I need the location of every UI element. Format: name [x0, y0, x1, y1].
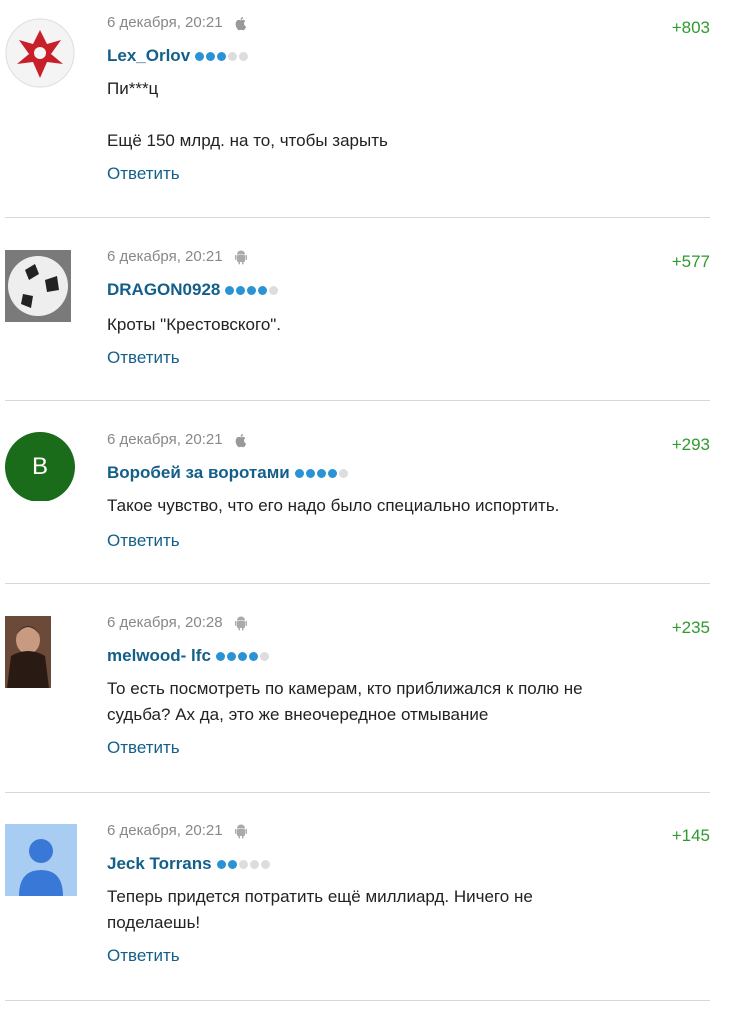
author-name[interactable]: Lex_Orlov: [107, 46, 190, 66]
comment-author[interactable]: melwood- lfc: [107, 646, 269, 666]
comment-date: 6 декабря, 20:21: [107, 822, 223, 839]
author-name[interactable]: Воробей за воротами: [107, 463, 290, 483]
divider: [5, 217, 710, 218]
comment-date: 6 декабря, 20:21: [107, 248, 223, 265]
reply-link[interactable]: Ответить: [107, 348, 180, 368]
comment-line: Пи***ц: [107, 79, 159, 98]
comment-meta: 6 декабря, 20:21: [107, 14, 249, 31]
comment-text: То есть посмотреть по камерам, кто прибл…: [107, 676, 697, 728]
divider: [5, 400, 710, 401]
comment-line: То есть посмотреть по камерам, кто прибл…: [107, 679, 583, 698]
comment-rating: +293: [671, 435, 710, 454]
comment-author[interactable]: Lex_Orlov: [107, 46, 249, 66]
comment-author[interactable]: Воробей за воротами: [107, 463, 348, 483]
comment-date: 6 декабря, 20:21: [107, 431, 223, 448]
comment-text: Теперь придется потратить ещё миллиард. …: [107, 884, 697, 936]
comment-line: [107, 102, 697, 128]
comment-line: Теперь придется потратить ещё миллиард. …: [107, 887, 533, 906]
rank-dots: [215, 651, 269, 661]
apple-icon: [233, 15, 249, 31]
reply-link[interactable]: Ответить: [107, 946, 180, 966]
divider: [5, 583, 710, 584]
author-name[interactable]: melwood- lfc: [107, 646, 211, 666]
comment-text: Кроты "Крестовского".: [107, 312, 697, 338]
comment-meta: 6 декабря, 20:21: [107, 248, 249, 265]
avatar[interactable]: [5, 616, 51, 688]
author-name[interactable]: DRAGON0928: [107, 280, 220, 300]
comment-rating: +577: [671, 252, 710, 271]
comment-author[interactable]: DRAGON0928: [107, 280, 279, 300]
reply-link[interactable]: Ответить: [107, 738, 180, 758]
reply-link[interactable]: Ответить: [107, 164, 180, 184]
comment-author[interactable]: Jeck Torrans: [107, 854, 270, 874]
rank-dots: [225, 285, 279, 295]
divider: [5, 792, 710, 793]
comment-line: Кроты "Крестовского".: [107, 315, 282, 334]
android-icon: [233, 615, 249, 631]
comment-date: 6 декабря, 20:28: [107, 614, 223, 631]
author-name[interactable]: Jeck Torrans: [107, 854, 212, 874]
comment-meta: 6 декабря, 20:21: [107, 431, 249, 448]
avatar[interactable]: [5, 250, 71, 322]
comment-line: поделаешь!: [107, 913, 201, 932]
comment-line: Такое чувство, что его надо было специал…: [107, 496, 560, 515]
comment-meta: 6 декабря, 20:21: [107, 822, 249, 839]
rank-dots: [216, 859, 270, 869]
comment-rating: +235: [671, 618, 710, 637]
comment-meta: 6 декабря, 20:28: [107, 614, 249, 631]
avatar[interactable]: [5, 18, 75, 88]
comment-line: судьба? Ах да, это же внеочередное отмыв…: [107, 705, 489, 724]
divider: [5, 1000, 710, 1001]
comment-rating: +145: [671, 826, 710, 845]
avatar-letter: В: [31, 453, 48, 480]
reply-link[interactable]: Ответить: [107, 531, 180, 551]
comment-date: 6 декабря, 20:21: [107, 14, 223, 31]
android-icon: [233, 249, 249, 265]
comment-rating: +803: [671, 18, 710, 37]
rank-dots: [195, 51, 249, 61]
comment-text: Такое чувство, что его надо было специал…: [107, 493, 697, 519]
comment-text: Пи***ц Ещё 150 млрд. на то, чтобы зарыть: [107, 76, 697, 154]
avatar[interactable]: В: [5, 431, 75, 501]
android-icon: [233, 823, 249, 839]
avatar[interactable]: [5, 824, 77, 896]
comment-line: Ещё 150 млрд. на то, чтобы зарыть: [107, 131, 388, 150]
apple-icon: [233, 432, 249, 448]
rank-dots: [294, 468, 348, 478]
